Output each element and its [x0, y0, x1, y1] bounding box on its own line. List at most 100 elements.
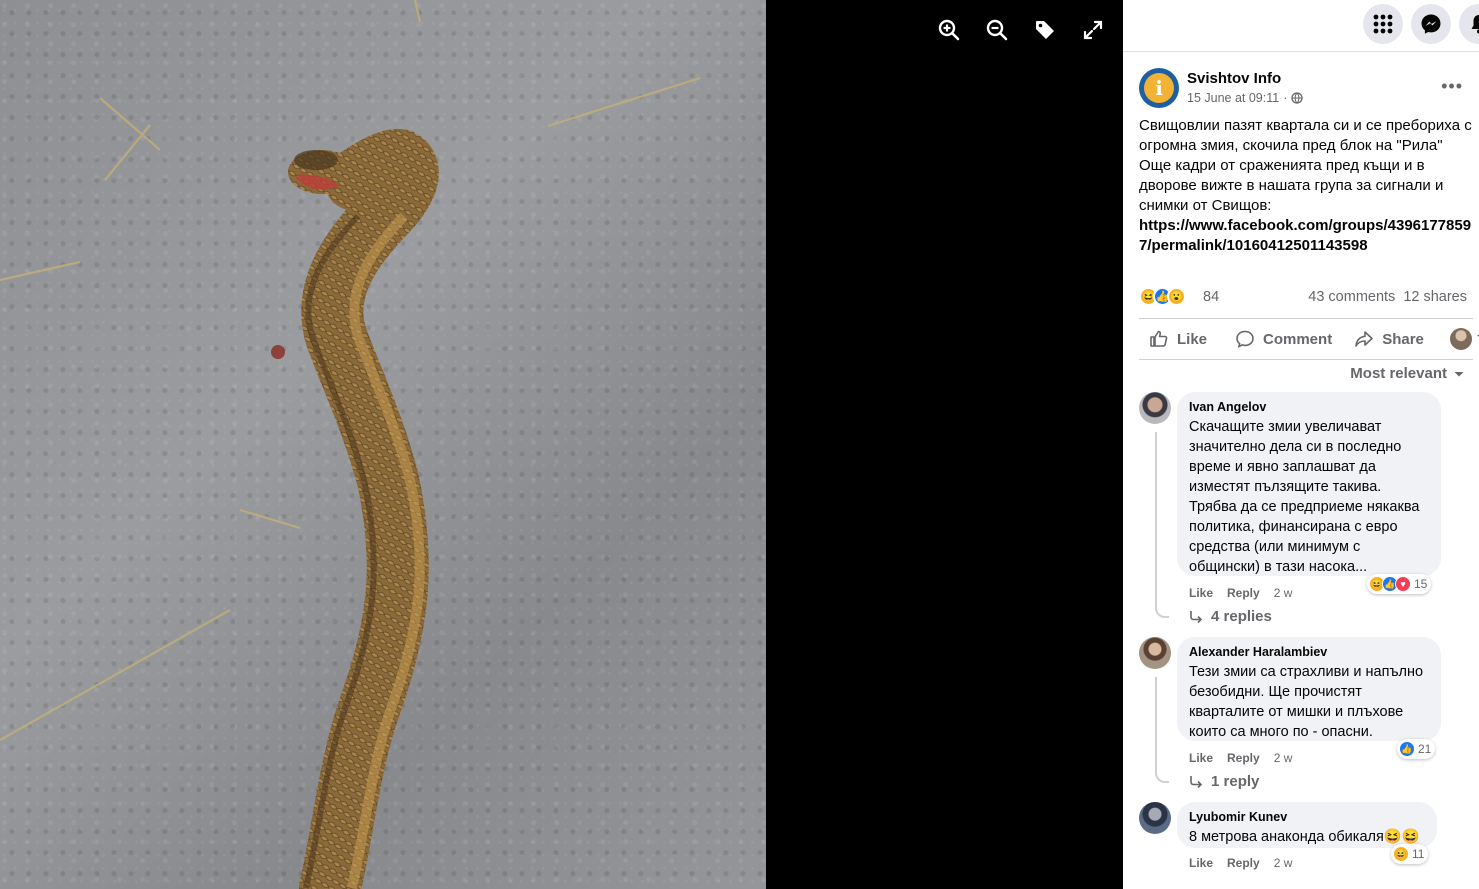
post-text-line: Свищовлии пазят квартала си и се пребори…: [1139, 117, 1472, 154]
post-link[interactable]: https://www.facebook.com/groups/43961778…: [1139, 217, 1471, 254]
replies-label: 1 reply: [1211, 773, 1260, 790]
share-icon: [1355, 331, 1373, 347]
comment-bubble: Alexander Haralambiev Тези змии са страх…: [1177, 637, 1441, 741]
post-meta: 15 June at 09:11 ·: [1187, 91, 1304, 105]
comment-reaction-count: 11: [1412, 847, 1425, 861]
tag-photo-button[interactable]: [1027, 12, 1063, 48]
share-button[interactable]: Share: [1354, 319, 1424, 359]
messenger-button[interactable]: [1411, 4, 1451, 44]
comment: Ivan Angelov Скачащите змии увеличават з…: [1139, 392, 1459, 632]
menu-button[interactable]: [1363, 4, 1403, 44]
post-text-line: Още кадри от сраженията пред къщи и в дв…: [1139, 157, 1444, 214]
notifications-bell-icon: [1471, 15, 1479, 34]
globe-icon: [1291, 92, 1304, 104]
comment-actions: Like Reply 2 w: [1189, 856, 1292, 870]
snake-photo-illustration: [0, 0, 701, 889]
react-as-selector[interactable]: [1449, 319, 1479, 359]
page-name[interactable]: Svishtov Info: [1187, 70, 1281, 87]
comment-like-button[interactable]: Like: [1189, 751, 1213, 765]
zoom-in-button[interactable]: [931, 12, 967, 48]
like-button[interactable]: Like: [1149, 319, 1207, 359]
post-actions: Like Comment Share: [1139, 318, 1479, 360]
comment-text: Тези змии са страхливи и напълно безобид…: [1189, 664, 1424, 740]
top-bar: [1123, 0, 1479, 52]
comments-count[interactable]: 43 comments: [1308, 289, 1395, 305]
commenter-avatar[interactable]: [1139, 392, 1171, 424]
photo-viewer: [0, 0, 1123, 889]
comment-like-button[interactable]: Like: [1189, 586, 1213, 600]
comment-author[interactable]: Lyubomir Kunev: [1189, 810, 1425, 824]
comment-time[interactable]: 2 w: [1274, 586, 1293, 600]
reactions-summary: 😆 👍 😮 84 43 comments 12 shares: [1139, 286, 1469, 308]
post-options-button[interactable]: •••: [1441, 76, 1463, 97]
comment-like-button[interactable]: Like: [1189, 856, 1213, 870]
post-side-panel: i Svishtov Info 15 June at 09:11 · ••• С…: [1123, 0, 1479, 889]
reply-arrow-icon: [1190, 775, 1203, 788]
comment-icon: [1236, 330, 1254, 348]
like-label: Like: [1177, 330, 1208, 348]
comment-reaction-count: 15: [1414, 577, 1428, 591]
post-header: i Svishtov Info 15 June at 09:11 · •••: [1139, 68, 1469, 112]
commenter-avatar[interactable]: [1139, 637, 1171, 669]
comment-reactions[interactable]: 😆 11: [1391, 844, 1429, 864]
comment-sort-dropdown[interactable]: Most relevant: [1350, 365, 1465, 382]
post-timestamp[interactable]: 15 June at 09:11: [1187, 91, 1279, 105]
comment-text: Скачащите змии увеличават значително дел…: [1189, 419, 1420, 575]
zoom-out-button[interactable]: [979, 12, 1015, 48]
comment-author[interactable]: Ivan Angelov: [1189, 400, 1429, 414]
share-label: Share: [1382, 330, 1424, 348]
comment-reaction-count: 21: [1418, 742, 1432, 756]
comment-reply-button[interactable]: Reply: [1227, 856, 1260, 870]
comment-bubble: Ivan Angelov Скачащите змии увеличават з…: [1177, 392, 1441, 576]
comment-bubble: Lyubomir Kunev 8 метрова анаконда обикал…: [1177, 802, 1437, 848]
view-replies-button[interactable]: 1 reply: [1189, 773, 1259, 790]
comment: Alexander Haralambiev Тези змии са страх…: [1139, 637, 1459, 797]
thread-connector: [1155, 432, 1169, 618]
thread-connector: [1155, 677, 1169, 783]
post-text: Свищовлии пазят квартала си и се пребори…: [1139, 116, 1473, 256]
sort-label: Most relevant: [1350, 365, 1447, 382]
like-reaction-icon: 👍: [1399, 741, 1415, 757]
chevron-down-icon: [1454, 371, 1464, 376]
thumbs-up-icon: [1150, 330, 1168, 347]
post-photo[interactable]: [0, 0, 766, 889]
fullscreen-button[interactable]: [1075, 12, 1111, 48]
comment-actions: Like Reply 2 w: [1189, 586, 1292, 600]
view-replies-button[interactable]: 4 replies: [1189, 608, 1272, 625]
comment-label: Comment: [1263, 330, 1333, 348]
comment-time[interactable]: 2 w: [1274, 856, 1293, 870]
wow-reaction-icon: 😮: [1167, 287, 1186, 306]
commenter-avatar[interactable]: [1139, 802, 1171, 834]
reaction-icons[interactable]: 😆 👍 😮: [1139, 287, 1186, 306]
comment-button[interactable]: Comment: [1235, 319, 1332, 359]
haha-reaction-icon: 😆: [1393, 846, 1409, 862]
info-logo-icon: i: [1144, 73, 1174, 103]
meta-separator: ·: [1283, 91, 1288, 105]
shares-count[interactable]: 12 shares: [1403, 289, 1467, 305]
caret-down-icon: [1476, 335, 1479, 338]
page-avatar[interactable]: i: [1139, 68, 1179, 108]
messenger-icon: [1421, 14, 1441, 34]
facebook-photo-viewer: i Svishtov Info 15 June at 09:11 · ••• С…: [0, 0, 1479, 889]
user-avatar: [1449, 328, 1472, 350]
tag-icon: [1036, 21, 1054, 39]
love-reaction-icon: ♥: [1395, 576, 1411, 592]
comment-reactions[interactable]: 😆 👍 ♥ 15: [1367, 574, 1432, 594]
zoom-out-icon: [986, 19, 1008, 41]
menu-grid-icon: [1373, 14, 1393, 34]
comment-text: 8 метрова анаконда обикаля😆😆: [1189, 829, 1420, 845]
comment-reply-button[interactable]: Reply: [1227, 751, 1260, 765]
comment: Lyubomir Kunev 8 метрова анаконда обикал…: [1139, 802, 1459, 889]
comment-actions: Like Reply 2 w: [1189, 751, 1292, 765]
comment-author[interactable]: Alexander Haralambiev: [1189, 645, 1429, 659]
comment-reply-button[interactable]: Reply: [1227, 586, 1260, 600]
replies-label: 4 replies: [1211, 608, 1272, 625]
fullscreen-icon: [1083, 20, 1103, 40]
comment-reactions[interactable]: 👍 21: [1397, 739, 1436, 759]
zoom-in-icon: [938, 19, 960, 41]
comments-shares: 43 comments 12 shares: [1308, 289, 1467, 305]
reply-arrow-icon: [1190, 610, 1203, 623]
reaction-count[interactable]: 84: [1203, 289, 1219, 305]
comment-time[interactable]: 2 w: [1274, 751, 1293, 765]
notifications-button[interactable]: [1459, 4, 1479, 44]
